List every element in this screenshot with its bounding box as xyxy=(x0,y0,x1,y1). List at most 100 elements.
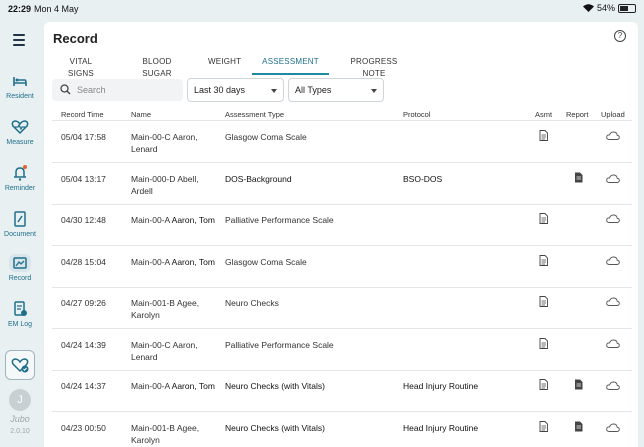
resident-last-name: Aaron, Tom xyxy=(171,381,215,391)
em-log-icon xyxy=(14,301,27,316)
sidebar-item-label: Document xyxy=(4,231,36,238)
record-time: 04/27 09:26 xyxy=(61,298,106,308)
date-range-value: Last 30 days xyxy=(194,85,246,95)
status-bar: 22:29 Mon 4 May 54% xyxy=(0,0,644,20)
page-title: Record xyxy=(53,31,98,46)
room-number: Main-000-D xyxy=(131,173,176,184)
type-value: All Types xyxy=(295,85,332,95)
table-row[interactable]: 04/27 09:26 Main-001-B Agee, Karolyn Neuro … xyxy=(52,288,632,329)
app-version: 2.0.10 xyxy=(10,428,30,435)
resident-name: Main-000-D Abell, Ardell xyxy=(131,173,223,197)
resident-last-name: Agee, xyxy=(176,298,200,308)
assessment-document-icon[interactable] xyxy=(539,213,548,226)
report-icon[interactable] xyxy=(574,379,583,392)
sidebar-item-document[interactable]: Document xyxy=(0,210,40,238)
resident-name: Main-00-A Aaron, Tom xyxy=(131,214,223,226)
header-upload: Upload xyxy=(601,110,625,119)
assessment-type: Palliative Performance Scale xyxy=(225,339,334,350)
record-time: 04/23 00:50 xyxy=(61,422,106,433)
sidebar-item-reminder[interactable]: Reminder xyxy=(0,164,40,192)
protocol: Head Injury Routine xyxy=(403,422,479,433)
health-check-button[interactable] xyxy=(5,350,35,380)
assessment-type: Neuro Checks (with Vitals) xyxy=(225,381,325,391)
battery-icon xyxy=(618,3,636,13)
date-range-select[interactable]: Last 30 days xyxy=(187,78,284,102)
assessment-document-icon[interactable] xyxy=(539,296,548,309)
cloud-upload-icon[interactable] xyxy=(606,131,620,142)
search-input[interactable] xyxy=(77,82,177,98)
assessment-document-icon[interactable] xyxy=(539,254,548,268)
record-time: 04/24 14:37 xyxy=(61,381,106,391)
table-row[interactable]: 04/24 14:39 Main-00-C Aaron, Lenard Palliat… xyxy=(52,330,632,371)
tab-assessment[interactable]: ASSESSMENT xyxy=(252,56,329,75)
cloud-upload-icon[interactable] xyxy=(606,174,620,185)
sidebar-item-label: EM Log xyxy=(7,321,33,328)
cloud-upload-icon[interactable] xyxy=(606,339,620,350)
table-row[interactable]: 04/23 00:50 Main-001-B Agee, Karolyn Neuro … xyxy=(52,413,632,447)
assessment-document-icon[interactable] xyxy=(539,420,548,434)
record-icon xyxy=(9,254,31,272)
heart-check-icon xyxy=(11,358,29,373)
room-number: Main-001-B xyxy=(131,298,175,308)
help-icon[interactable]: ? xyxy=(614,30,626,42)
type-select[interactable]: All Types xyxy=(288,78,384,102)
assessment-type: Glasgow Coma Scale xyxy=(225,132,307,142)
cloud-upload-icon[interactable] xyxy=(606,423,620,434)
resident-last-name: Aaron, xyxy=(172,339,198,350)
room-number: Main-00-C xyxy=(131,339,171,350)
assessment-document-icon[interactable] xyxy=(539,337,548,351)
tab-progress-note[interactable]: PROGRESS NOTE xyxy=(342,56,406,78)
main-panel: Record ? VITAL SIGNS BLOOD SUGAR WEIGHT … xyxy=(44,22,638,447)
table-row[interactable]: 04/30 12:48 Main-00-A Aaron, Tom Palliativ… xyxy=(52,205,632,246)
status-time: 22:29 xyxy=(8,4,32,14)
cloud-upload-icon[interactable] xyxy=(606,297,620,308)
cloud-upload-icon[interactable] xyxy=(606,214,620,225)
resident-name: Main-001-B Agee, Karolyn xyxy=(131,297,223,321)
resident-first-name: Ardell xyxy=(131,185,153,196)
cloud-upload-icon[interactable] xyxy=(606,381,620,392)
assessment-type: Glasgow Coma Scale xyxy=(225,256,307,267)
resident-name: Main-00-A Aaron, Tom xyxy=(131,380,223,392)
record-time: 04/24 14:39 xyxy=(61,339,106,350)
menu-icon[interactable] xyxy=(13,34,25,49)
report-icon[interactable] xyxy=(574,421,583,434)
resident-last-name: Aaron, Tom xyxy=(171,256,215,267)
header-report: Report xyxy=(566,110,589,119)
assessment-document-icon[interactable] xyxy=(539,130,548,143)
resident-name: Main-001-B Agee, Karolyn xyxy=(131,422,223,446)
record-time: 05/04 13:17 xyxy=(61,173,106,184)
resident-last-name: Aaron, xyxy=(172,132,198,142)
sidebar-item-measure[interactable]: Measure xyxy=(0,118,40,146)
sidebar-item-label: Reminder xyxy=(4,185,36,192)
assessment-document-icon[interactable] xyxy=(539,379,548,392)
chevron-down-icon xyxy=(371,89,377,93)
table-row[interactable]: 04/28 15:04 Main-00-A Aaron, Tom Glasgow C… xyxy=(52,247,632,288)
sidebar-item-em-log[interactable]: EM Log xyxy=(0,300,40,328)
sidebar-item-label: Record xyxy=(8,275,32,282)
table-row[interactable]: 04/24 14:37 Main-00-A Aaron, Tom Neuro Che… xyxy=(52,371,632,412)
cloud-upload-icon[interactable] xyxy=(606,256,620,267)
header-assessment-type[interactable]: Assessment Type xyxy=(225,110,284,119)
room-number: Main-00-A xyxy=(131,381,170,391)
record-time: 04/28 15:04 xyxy=(61,256,106,267)
room-number: Main-001-B xyxy=(131,422,175,433)
header-record-time[interactable]: Record Time xyxy=(61,110,104,119)
avatar[interactable]: J xyxy=(9,389,31,411)
resident-name: Main-00-C Aaron, Lenard xyxy=(131,339,223,363)
header-name[interactable]: Name xyxy=(131,110,151,119)
sidebar-item-record[interactable]: Record xyxy=(0,254,40,282)
table-row[interactable]: 05/04 13:17 Main-000-D Abell, Ardell DOS-Ba… xyxy=(52,164,632,205)
table-row[interactable]: 05/04 17:58 Main-00-C Aaron, Lenard Glasgow… xyxy=(52,122,632,163)
report-icon[interactable] xyxy=(574,172,583,185)
tab-blood-sugar[interactable]: BLOOD SUGAR xyxy=(129,56,185,78)
header-protocol[interactable]: Protocol xyxy=(403,110,431,119)
status-date: Mon 4 May xyxy=(34,4,79,14)
tab-weight[interactable]: WEIGHT xyxy=(208,56,241,75)
tab-bar: VITAL SIGNS BLOOD SUGAR WEIGHT ASSESSMEN… xyxy=(44,56,638,78)
resident-first-name: Lenard xyxy=(131,351,158,362)
assessment-type: Neuro Checks (with Vitals) xyxy=(225,422,325,433)
brand-logo: Jubo xyxy=(10,414,30,424)
sidebar-item-resident[interactable]: Resident xyxy=(0,72,40,100)
tab-vital-signs[interactable]: VITAL SIGNS xyxy=(57,56,105,78)
resident-first-name: Karolyn xyxy=(131,434,160,445)
